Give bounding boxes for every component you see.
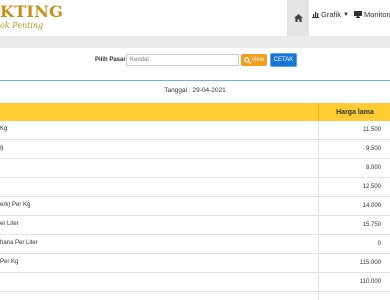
table-row: 110.000 xyxy=(0,273,390,292)
row-price: 11.500 xyxy=(318,121,381,139)
toolbar-strip xyxy=(0,36,390,48)
navbar: KTING ok Penting Grafik ▼ Monitori xyxy=(0,0,390,36)
row-commodity: hana Per Liter xyxy=(0,240,38,246)
table-row: hana Per Liter 0 xyxy=(0,235,390,254)
row-price: 12.500 xyxy=(318,178,381,196)
desktop-icon xyxy=(354,11,362,18)
pasar-filter-label: Pilih Pasar xyxy=(95,57,126,63)
search-icon xyxy=(244,56,251,64)
table-row: 12.500 xyxy=(0,178,390,197)
nav-monitoring-label: Monitori xyxy=(364,10,390,19)
nav-grafik[interactable]: Grafik ▼ xyxy=(312,10,349,19)
table-row xyxy=(0,292,390,300)
view-button[interactable]: view xyxy=(241,54,267,66)
report-date: Tanggal : 29-04-2021 xyxy=(164,87,226,94)
row-price: 9.500 xyxy=(318,140,381,158)
table-row: er Liter 15.750 xyxy=(0,216,390,235)
nav-grafik-label: Grafik xyxy=(321,10,342,19)
panel-divider xyxy=(0,80,390,81)
row-commodity: er Liter xyxy=(0,221,19,227)
row-commodity: Kg xyxy=(0,126,8,132)
chevron-down-icon: ▼ xyxy=(343,11,349,18)
nav-home[interactable] xyxy=(287,0,309,36)
row-price: 14.000 xyxy=(318,197,381,215)
bar-chart-icon xyxy=(312,12,319,18)
row-price: 15.750 xyxy=(318,216,381,234)
table-row: Per Kg 115.000 xyxy=(0,254,390,273)
brand-subtitle: ok Penting xyxy=(0,21,44,30)
row-price: 8.000 xyxy=(318,159,381,177)
row-commodity: g xyxy=(0,145,4,151)
brand-title[interactable]: KTING xyxy=(0,2,63,21)
row-commodity: Per Kg xyxy=(0,259,19,265)
cetak-button[interactable]: CETAK xyxy=(270,53,297,67)
table-row: Kg 11.500 xyxy=(0,121,390,140)
nav-monitoring[interactable]: Monitori xyxy=(354,10,390,19)
column-header-harga-lama: Harga lama xyxy=(318,103,390,121)
table-row: erk) Per Kg 14.000 xyxy=(0,197,390,216)
row-price xyxy=(318,292,381,300)
view-button-label: view xyxy=(251,57,264,63)
home-icon xyxy=(293,14,303,22)
row-price: 0 xyxy=(318,235,381,253)
table-row: 8.000 xyxy=(0,159,390,178)
row-price: 115.000 xyxy=(318,254,381,272)
column-header-komoditi xyxy=(0,103,318,121)
row-price: 110.000 xyxy=(318,273,381,291)
row-commodity: erk) Per Kg xyxy=(0,202,31,208)
table-row: g 9.500 xyxy=(0,140,390,159)
pasar-select[interactable]: Kendal xyxy=(126,54,239,66)
table-header: Harga lama xyxy=(0,103,390,121)
